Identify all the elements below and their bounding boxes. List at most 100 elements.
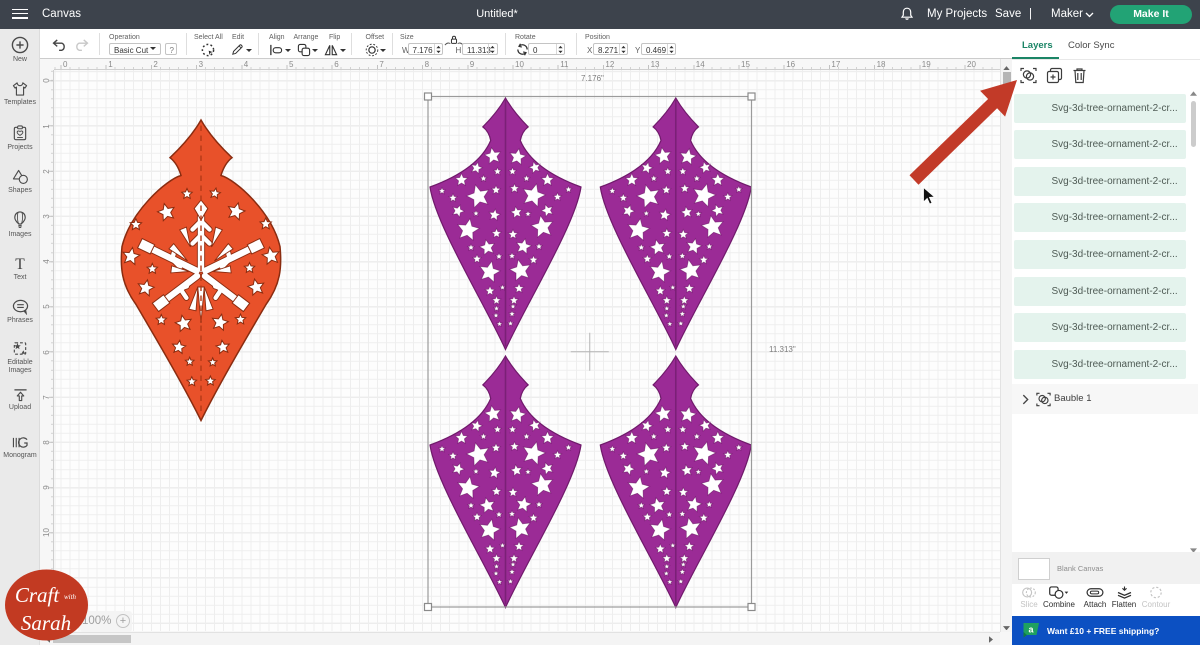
- x-stepper[interactable]: [619, 44, 628, 54]
- align-icon[interactable]: [269, 43, 283, 57]
- attach-icon: [1086, 586, 1104, 599]
- vertical-scroll-thumb[interactable]: [1003, 72, 1011, 98]
- trash-icon[interactable]: [1072, 67, 1087, 84]
- ruler-number: 16: [786, 60, 795, 69]
- text-icon: T: [11, 256, 29, 272]
- sidebar-item-phrases[interactable]: Phrases: [0, 299, 40, 325]
- undo-icon[interactable]: [52, 39, 68, 51]
- top-bar: Canvas Untitled* My Projects Save | Make…: [0, 0, 1200, 29]
- sidebar-item-templates[interactable]: Templates: [0, 81, 40, 107]
- op-slice[interactable]: Slice: [1016, 584, 1042, 609]
- offset-icon[interactable]: [365, 43, 379, 57]
- vertical-ruler: 0123456789101112: [40, 70, 54, 631]
- x-label: X: [587, 46, 592, 55]
- toolbar-divider: [576, 33, 577, 55]
- promo-banner[interactable]: a Want £10 + FREE shipping?: [1012, 616, 1200, 645]
- save-link[interactable]: Save: [995, 8, 1021, 20]
- y-input[interactable]: 0.469: [641, 43, 676, 55]
- tab-layers[interactable]: Layers: [1022, 40, 1053, 51]
- machine-select[interactable]: Maker: [1051, 8, 1083, 20]
- sidebar-item-editable-images[interactable]: EditableImages: [0, 340, 40, 375]
- ruler-number: 8: [42, 438, 51, 447]
- op-combine[interactable]: Combine: [1040, 584, 1078, 609]
- edit-label[interactable]: Edit: [232, 34, 244, 41]
- sidebar-item-text[interactable]: T Text: [0, 256, 40, 282]
- op-attach[interactable]: Attach: [1082, 584, 1108, 609]
- duplicate-icon[interactable]: [1046, 67, 1063, 84]
- notifications-bell-icon[interactable]: [899, 6, 915, 22]
- balloon-icon: [13, 211, 27, 229]
- redo-icon[interactable]: [73, 39, 89, 51]
- edit-pencil-icon[interactable]: [230, 43, 244, 57]
- select-all-label[interactable]: Select All: [194, 34, 223, 41]
- sidebar-item-monogram[interactable]: Monogram: [0, 435, 40, 460]
- ruler-number: 1: [108, 60, 112, 69]
- height-stepper[interactable]: [488, 44, 497, 54]
- blank-canvas-row[interactable]: Blank Canvas: [1012, 552, 1200, 584]
- layer-row[interactable]: Svg-3d-tree-ornament-2-cr...: [1014, 313, 1186, 342]
- x-input[interactable]: 8.271: [593, 43, 628, 55]
- layer-row[interactable]: Svg-3d-tree-ornament-2-cr...: [1014, 167, 1186, 196]
- y-stepper[interactable]: [667, 44, 676, 54]
- design-canvas[interactable]: 01234567891011121314151617181920 0123456…: [40, 59, 1012, 645]
- ruler-number: 10: [515, 60, 524, 69]
- rotate-stepper[interactable]: [556, 44, 565, 54]
- tab-color-sync[interactable]: Color Sync: [1068, 40, 1114, 51]
- select-all-icon[interactable]: [201, 43, 215, 57]
- blank-canvas-swatch[interactable]: [1018, 558, 1050, 580]
- rotate-icon[interactable]: [516, 43, 529, 56]
- promo-banner-text: Want £10 + FREE shipping?: [1047, 626, 1159, 636]
- ruler-number: 6: [334, 60, 338, 69]
- layer-row[interactable]: Svg-3d-tree-ornament-2-cr...: [1014, 277, 1186, 306]
- canvas-horizontal-scrollbar[interactable]: [40, 632, 1000, 645]
- scroll-right-icon: [989, 636, 993, 643]
- layer-row[interactable]: Svg-3d-tree-ornament-2-cr...: [1014, 94, 1186, 123]
- left-sidebar: New Templates Projects Shapes Images T T…: [0, 29, 40, 645]
- make-it-button[interactable]: Make It: [1110, 5, 1192, 25]
- ruler-number: 3: [199, 60, 203, 69]
- panel-scroll-thumb[interactable]: [1191, 101, 1196, 147]
- canvas-grid[interactable]: [54, 70, 1000, 631]
- hamburger-menu-icon[interactable]: [12, 9, 28, 21]
- group-icon[interactable]: [1020, 67, 1037, 84]
- layer-row[interactable]: Svg-3d-tree-ornament-2-cr...: [1014, 130, 1186, 159]
- width-input[interactable]: 7.176: [408, 43, 444, 55]
- layer-group-row[interactable]: Bauble 1: [1012, 384, 1198, 414]
- arrange-label[interactable]: Arrange: [294, 34, 319, 41]
- sidebar-item-images[interactable]: Images: [0, 211, 40, 239]
- horizontal-scroll-thumb[interactable]: [53, 635, 131, 643]
- ruler-number: 9: [470, 60, 474, 69]
- document-title[interactable]: Untitled*: [452, 8, 542, 20]
- my-projects-link[interactable]: My Projects: [927, 8, 987, 20]
- operation-help-button[interactable]: ?: [165, 43, 177, 55]
- height-input[interactable]: 11.313: [462, 43, 498, 55]
- layer-row[interactable]: Svg-3d-tree-ornament-2-cr...: [1014, 203, 1186, 232]
- layer-row[interactable]: Svg-3d-tree-ornament-2-cr...: [1014, 350, 1186, 379]
- sidebar-item-projects[interactable]: Projects: [0, 125, 40, 152]
- zoom-in-button[interactable]: +: [116, 614, 130, 628]
- flip-icon[interactable]: [324, 43, 338, 57]
- slice-icon: [1021, 586, 1037, 599]
- arrange-icon[interactable]: [297, 43, 311, 57]
- width-stepper[interactable]: [434, 44, 443, 54]
- sidebar-item-shapes[interactable]: Shapes: [0, 169, 40, 195]
- operation-select[interactable]: Basic Cut: [109, 43, 161, 55]
- sidebar-item-upload[interactable]: Upload: [0, 388, 40, 412]
- flip-label[interactable]: Flip: [329, 34, 340, 41]
- panel-scrollbar[interactable]: [1189, 91, 1198, 553]
- offset-label[interactable]: Offset: [366, 34, 385, 41]
- align-label[interactable]: Align: [269, 34, 285, 41]
- op-flatten[interactable]: Flatten: [1110, 584, 1138, 609]
- layer-row[interactable]: Svg-3d-tree-ornament-2-cr...: [1014, 240, 1186, 269]
- lock-aspect-icon[interactable]: [444, 35, 464, 46]
- flatten-icon: [1116, 586, 1133, 599]
- layers-panel: Layers Color Sync Svg-3d-tree-ornament-2…: [1012, 29, 1200, 645]
- rotate-input[interactable]: 0: [528, 43, 565, 55]
- speech-bubble-icon: [11, 299, 30, 315]
- op-contour[interactable]: Contour: [1140, 584, 1172, 609]
- edit-toolbar: Operation Basic Cut ? Select All Edit Al…: [40, 29, 1012, 59]
- zoom-control[interactable]: 100% +: [80, 611, 132, 632]
- canvas-vertical-scrollbar[interactable]: [1000, 59, 1013, 633]
- project-board-icon: [12, 125, 28, 142]
- sidebar-item-new[interactable]: New: [0, 36, 40, 64]
